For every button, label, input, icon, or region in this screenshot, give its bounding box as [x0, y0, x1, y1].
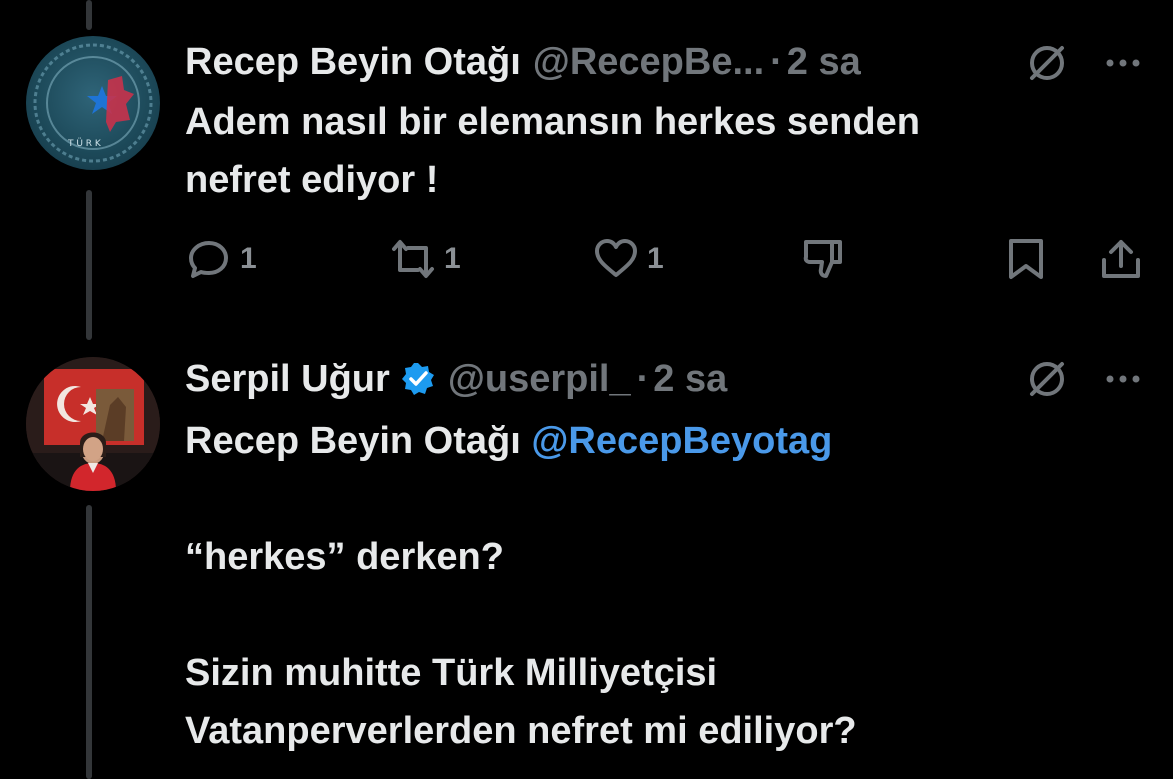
- more-icon[interactable]: [1100, 40, 1146, 86]
- dislike-icon: [803, 240, 842, 278]
- tweet-text-body: “herkes” derken? Sizin muhitte Türk Mill…: [185, 536, 857, 752]
- grok-icon[interactable]: [1024, 356, 1070, 402]
- separator-dot: ·: [636, 357, 650, 400]
- share-button[interactable]: [1098, 232, 1144, 286]
- share-icon: [1102, 240, 1140, 278]
- tweet-header: Serpil Uğur @userpil_ · 2 sa: [185, 353, 727, 405]
- repost-button[interactable]: 1: [390, 232, 461, 286]
- portrait-avatar-icon: [26, 357, 160, 491]
- bookmark-icon: [1009, 239, 1043, 279]
- bookmark-button[interactable]: [1003, 232, 1049, 286]
- avatar[interactable]: [26, 357, 160, 491]
- timestamp[interactable]: 2 sa: [653, 358, 727, 401]
- author-handle[interactable]: @userpil_: [448, 358, 631, 401]
- timestamp[interactable]: 2 sa: [787, 41, 861, 84]
- like-count: 1: [647, 242, 664, 275]
- tweet-text-intro: Recep Beyin Otağı: [185, 420, 532, 462]
- author-name[interactable]: Recep Beyin Otağı: [185, 41, 521, 84]
- avatar[interactable]: T Ü R K: [26, 36, 160, 170]
- dislike-button[interactable]: [800, 232, 846, 286]
- tweet-header: Recep Beyin Otağı @RecepBe... · 2 sa: [185, 36, 861, 88]
- like-button[interactable]: 1: [593, 232, 664, 286]
- repost-count: 1: [444, 242, 461, 275]
- emblem-avatar-icon: T Ü R K: [33, 43, 153, 163]
- thread-line-middle: [86, 190, 92, 340]
- verified-badge-icon[interactable]: [400, 361, 436, 397]
- thread-line-bottom: [86, 505, 92, 779]
- reply-count: 1: [240, 242, 257, 275]
- svg-text:T Ü R K: T Ü R K: [67, 138, 102, 149]
- tweet-text: Recep Beyin Otağı @RecepBeyotag “herkes”…: [185, 412, 857, 760]
- reply-button[interactable]: 1: [186, 232, 257, 286]
- author-name[interactable]: Serpil Uğur: [185, 358, 390, 401]
- repost-icon: [392, 240, 434, 278]
- author-handle[interactable]: @RecepBe...: [533, 41, 764, 84]
- tweet-text: Adem nasıl bir elemansın herkes senden n…: [185, 101, 920, 201]
- like-icon: [595, 239, 637, 277]
- separator-dot: ·: [770, 40, 783, 83]
- reply-icon: [189, 241, 228, 278]
- thread-line-top: [86, 0, 92, 30]
- more-icon[interactable]: [1100, 356, 1146, 402]
- mention-link[interactable]: @RecepBeyotag: [531, 420, 832, 462]
- grok-icon[interactable]: [1024, 40, 1070, 86]
